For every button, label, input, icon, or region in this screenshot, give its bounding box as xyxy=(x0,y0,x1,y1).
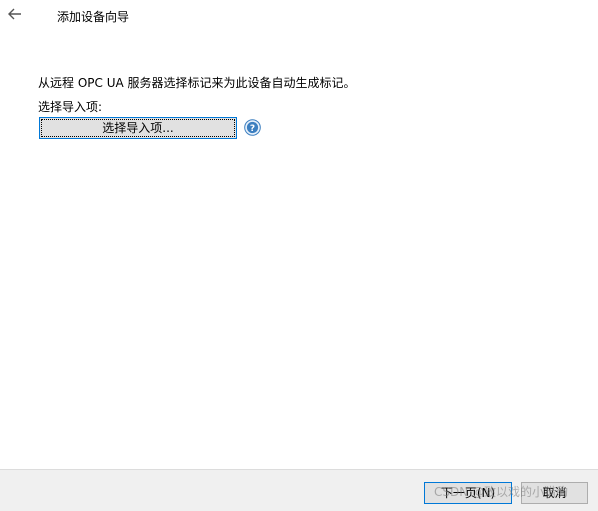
help-icon[interactable]: ? xyxy=(244,119,261,136)
cancel-button[interactable]: 取消 xyxy=(521,482,588,504)
import-items-label: 选择导入项: xyxy=(38,100,103,114)
wizard-footer: 下一页(N) 取消 xyxy=(0,469,598,511)
back-arrow-icon[interactable] xyxy=(6,5,24,23)
svg-text:?: ? xyxy=(250,124,255,134)
next-page-button[interactable]: 下一页(N) xyxy=(424,482,512,504)
wizard-description: 从远程 OPC UA 服务器选择标记来为此设备自动生成标记。 xyxy=(38,76,356,90)
title-bar: 添加设备向导 xyxy=(0,0,598,30)
wizard-window: 添加设备向导 从远程 OPC UA 服务器选择标记来为此设备自动生成标记。 选择… xyxy=(0,0,598,511)
select-import-items-button[interactable]: 选择导入项... xyxy=(39,117,237,139)
window-title: 添加设备向导 xyxy=(57,10,130,24)
